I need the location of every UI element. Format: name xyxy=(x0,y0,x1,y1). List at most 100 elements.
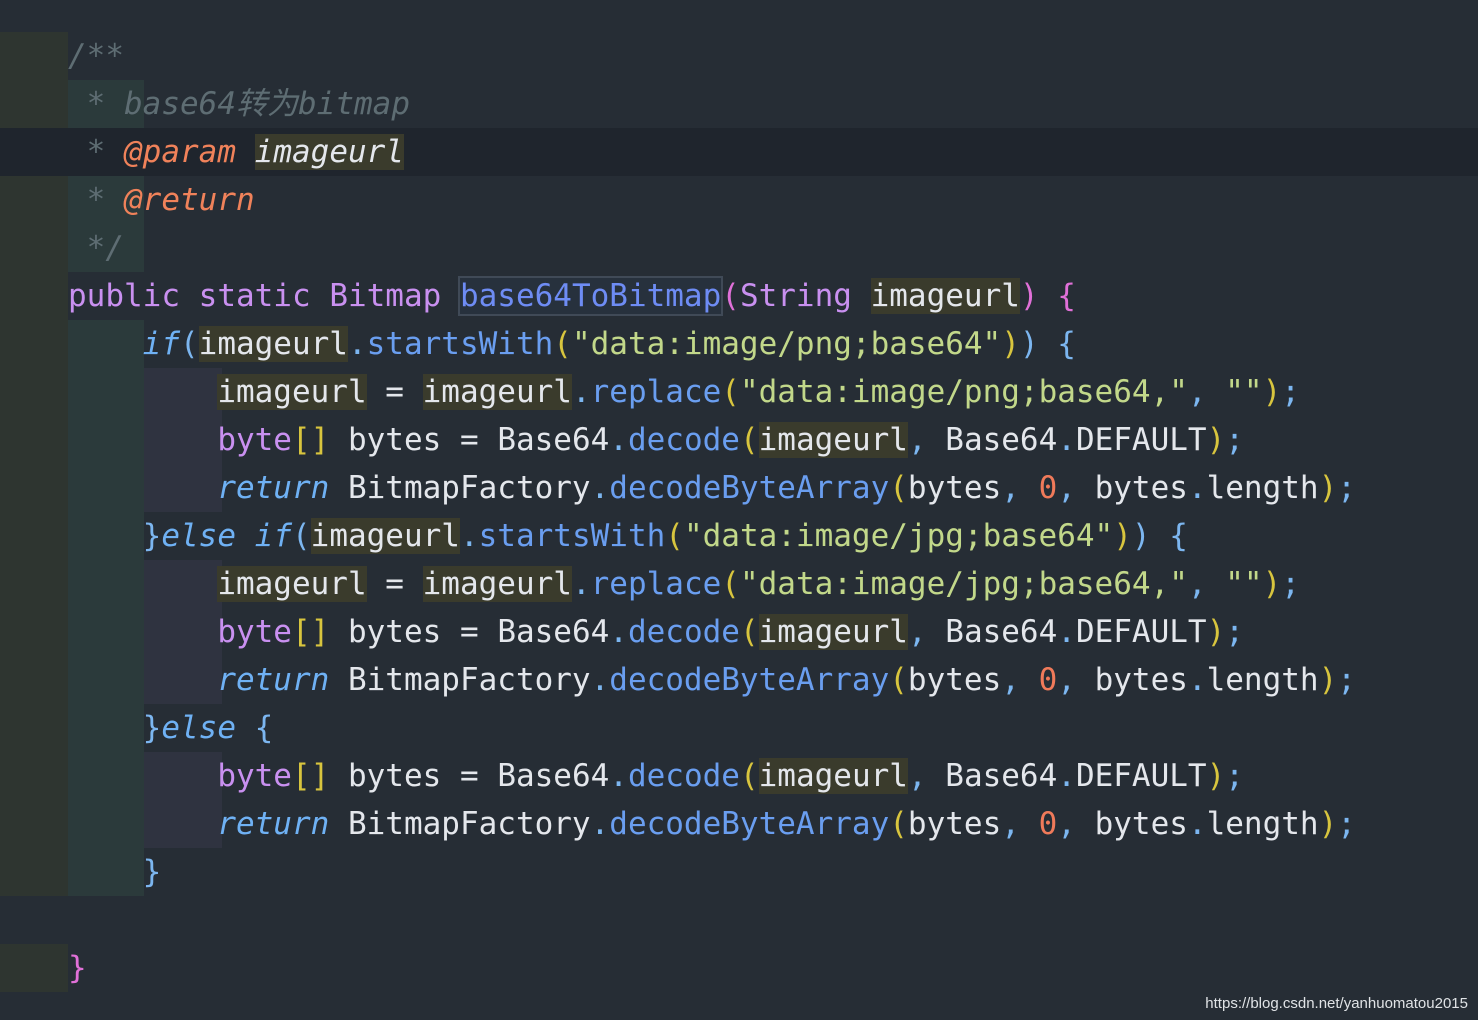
number-literal: 0 xyxy=(1038,662,1058,698)
code-line-16[interactable]: byte[] bytes = Base64.decode(imageurl, B… xyxy=(68,752,1244,800)
doc-comment-star: * xyxy=(86,182,106,218)
field: length xyxy=(1206,806,1319,842)
method-call: decode xyxy=(627,758,740,794)
paren: ( xyxy=(721,278,740,314)
number-literal: 0 xyxy=(1038,806,1058,842)
operator: = xyxy=(459,422,479,458)
keyword-if: if xyxy=(254,518,292,554)
doc-tag-param: @param xyxy=(124,134,236,170)
constant: DEFAULT xyxy=(1075,758,1207,794)
class-name: BitmapFactory xyxy=(347,662,591,698)
code-line-7[interactable]: if(imageurl.startsWith("data:image/png;b… xyxy=(68,320,1076,368)
dot: . xyxy=(1057,614,1076,650)
return-type: Bitmap xyxy=(329,278,442,314)
code-line-5[interactable]: */ xyxy=(68,224,124,272)
method-call: decode xyxy=(627,614,740,650)
code-line-3[interactable]: * @param imageurl xyxy=(68,128,404,176)
watermark: https://blog.csdn.net/yanhuomatou2015 xyxy=(1205,995,1468,1012)
comma: , xyxy=(907,614,927,650)
string-literal: "data:image/jpg;base64" xyxy=(683,518,1114,554)
code-line-14[interactable]: return BitmapFactory.decodeByteArray(byt… xyxy=(68,656,1356,704)
paren: ( xyxy=(665,518,684,554)
string-literal: "" xyxy=(1225,374,1263,410)
code-line-18[interactable]: } xyxy=(68,848,162,896)
paren: ) xyxy=(1206,758,1226,794)
paren: ) xyxy=(1113,518,1132,554)
operator: = xyxy=(385,566,404,602)
code-line-2[interactable]: * base64转为bitmap xyxy=(68,80,410,128)
brackets: [] xyxy=(291,758,330,794)
field: length xyxy=(1206,662,1319,698)
constant: DEFAULT xyxy=(1075,422,1207,458)
variable: imageurl xyxy=(217,374,367,410)
dot: . xyxy=(609,758,628,794)
class-name: Base64 xyxy=(497,614,610,650)
doc-comment-star: * xyxy=(86,134,106,170)
keyword-return: return xyxy=(217,806,330,842)
comma: , xyxy=(907,758,927,794)
variable: bytes xyxy=(347,758,442,794)
code-line-10[interactable]: return BitmapFactory.decodeByteArray(byt… xyxy=(68,464,1356,512)
paren: ) xyxy=(1206,422,1226,458)
paren: ( xyxy=(889,470,908,506)
variable: imageurl xyxy=(217,566,367,602)
brace: } xyxy=(68,950,87,986)
code-line-15[interactable]: }else { xyxy=(68,704,274,752)
paren: ) xyxy=(1131,518,1151,554)
dot: . xyxy=(1187,806,1207,842)
variable: imageurl xyxy=(422,374,572,410)
field: length xyxy=(1206,470,1319,506)
semicolon: ; xyxy=(1281,566,1300,602)
operator: = xyxy=(385,374,404,410)
dot: . xyxy=(1187,470,1207,506)
method-call: startsWith xyxy=(366,326,554,362)
paren: ) xyxy=(1019,326,1039,362)
doc-comment-star: * xyxy=(86,86,106,122)
keyword-static: static xyxy=(198,278,311,314)
code-line-17[interactable]: return BitmapFactory.decodeByteArray(byt… xyxy=(68,800,1356,848)
param-name: imageurl xyxy=(870,278,1020,314)
constant: DEFAULT xyxy=(1075,614,1207,650)
dot: . xyxy=(590,662,610,698)
code-line-8[interactable]: imageurl = imageurl.replace("data:image/… xyxy=(68,368,1300,416)
dot: . xyxy=(571,566,591,602)
code-line-11[interactable]: }else if(imageurl.startsWith("data:image… xyxy=(68,512,1188,560)
semicolon: ; xyxy=(1281,374,1300,410)
variable: imageurl xyxy=(758,422,908,458)
brace: { xyxy=(1169,518,1188,554)
class-name: Base64 xyxy=(497,422,610,458)
comma: , xyxy=(907,422,927,458)
string-literal: "data:image/jpg;base64," xyxy=(739,566,1188,602)
code-line-12[interactable]: imageurl = imageurl.replace("data:image/… xyxy=(68,560,1300,608)
brace: } xyxy=(142,518,162,554)
code-line-1[interactable]: /** xyxy=(68,32,124,80)
doc-param-name: imageurl xyxy=(254,134,404,170)
operator: = xyxy=(459,614,479,650)
paren: ( xyxy=(889,662,908,698)
paren: ( xyxy=(739,614,759,650)
variable: imageurl xyxy=(310,518,460,554)
code-line-13[interactable]: byte[] bytes = Base64.decode(imageurl, B… xyxy=(68,608,1244,656)
comma: , xyxy=(1057,806,1076,842)
variable: bytes xyxy=(1094,470,1188,506)
code-line-6[interactable]: public static Bitmap base64ToBitmap(Stri… xyxy=(68,272,1076,320)
code-line-9[interactable]: byte[] bytes = Base64.decode(imageurl, B… xyxy=(68,416,1244,464)
comma: , xyxy=(1187,566,1207,602)
method-call: replace xyxy=(590,566,722,602)
paren: ( xyxy=(739,758,759,794)
paren: ( xyxy=(179,326,199,362)
paren: ) xyxy=(1001,326,1020,362)
method-call: startsWith xyxy=(478,518,666,554)
comma: , xyxy=(1057,470,1076,506)
code-line-4[interactable]: * @return xyxy=(68,176,255,224)
code-line-20[interactable]: } xyxy=(68,944,87,992)
variable: imageurl xyxy=(422,566,572,602)
keyword-byte: byte xyxy=(217,422,292,458)
method-name[interactable]: base64ToBitmap xyxy=(457,276,724,316)
semicolon: ; xyxy=(1225,758,1244,794)
code-editor[interactable]: /** * base64转为bitmap * @param imageurl *… xyxy=(0,0,1478,1020)
variable: bytes xyxy=(347,422,442,458)
paren: ) xyxy=(1318,470,1338,506)
number-literal: 0 xyxy=(1038,470,1058,506)
dot: . xyxy=(1057,422,1076,458)
